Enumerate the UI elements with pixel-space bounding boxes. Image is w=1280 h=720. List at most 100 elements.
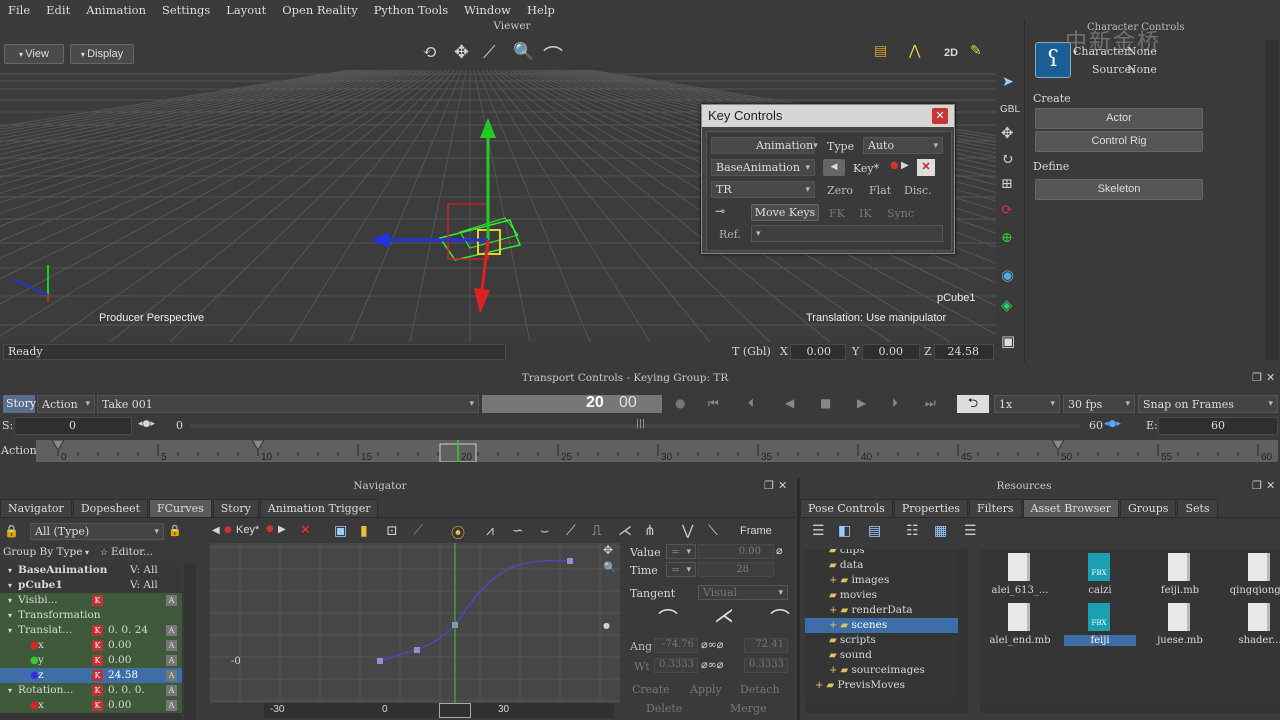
- source-value[interactable]: None: [1127, 63, 1157, 76]
- close-icon[interactable]: ✕: [932, 108, 948, 124]
- tree-row[interactable]: ● x K A 0.00: [0, 698, 182, 713]
- folder-item[interactable]: ▰ data: [805, 558, 960, 573]
- folder-h-scrollbar[interactable]: [805, 701, 968, 713]
- tab-filters[interactable]: Filters: [969, 499, 1022, 517]
- create-key-button[interactable]: Create: [632, 683, 670, 696]
- start-field[interactable]: 0: [14, 417, 132, 435]
- select-icon[interactable]: ➤: [1002, 74, 1014, 90]
- display-menu-button[interactable]: ▾ Display: [70, 44, 134, 64]
- move-keys-button[interactable]: Move Keys: [751, 204, 819, 221]
- key-toggle-icon[interactable]: K: [92, 685, 103, 696]
- next-frame-icon[interactable]: ⏵: [892, 396, 898, 411]
- bookmark-icon[interactable]: ▮: [360, 523, 368, 539]
- detach-button[interactable]: Detach: [740, 683, 780, 696]
- file-h-scrollbar[interactable]: [980, 701, 1280, 713]
- layer-dropdown[interactable]: BaseAnimation: [711, 159, 815, 176]
- range-slider-grip-icon[interactable]: |||: [636, 419, 645, 429]
- expand-icon[interactable]: ▾: [8, 563, 12, 578]
- tab-navigator[interactable]: Navigator: [0, 499, 72, 517]
- y-coord-field[interactable]: 0.00: [862, 344, 920, 360]
- graph-x-cursor[interactable]: [439, 703, 471, 718]
- tree-row[interactable]: ● z K A 24.58: [0, 668, 182, 683]
- tangent-dropdown[interactable]: Visual: [698, 585, 788, 600]
- take-dropdown[interactable]: Take 001: [97, 395, 479, 413]
- record-key-small-icon[interactable]: ●: [224, 525, 232, 535]
- tree-row[interactable]: ▾ Transformation: [0, 608, 182, 623]
- translate-tool-icon[interactable]: ✥: [1001, 124, 1014, 142]
- tab-properties[interactable]: Properties: [893, 499, 969, 517]
- editor-menu[interactable]: ☆ Editor...: [100, 544, 180, 561]
- tab-asset-browser[interactable]: Asset Browser: [1022, 499, 1119, 517]
- character-value[interactable]: None: [1127, 45, 1157, 58]
- tab-pose-controls[interactable]: Pose Controls: [800, 499, 893, 517]
- tangent-cluster-icon[interactable]: ⋔: [644, 523, 656, 539]
- dolly-icon[interactable]: ⟋: [483, 42, 496, 63]
- actor-button[interactable]: Actor: [1035, 108, 1203, 129]
- character-scrollbar[interactable]: [1265, 40, 1279, 360]
- play-icon[interactable]: ▶: [857, 396, 866, 410]
- menu-item-python-tools[interactable]: Python Tools: [366, 3, 456, 17]
- rotate-view-icon[interactable]: ⌒: [543, 40, 563, 69]
- menu-item-help[interactable]: Help: [519, 3, 563, 17]
- transport-maximize-icon[interactable]: ❐: [1252, 371, 1262, 384]
- menu-item-open-reality[interactable]: Open Reality: [274, 3, 365, 17]
- tree-view-icon[interactable]: ☰: [812, 523, 825, 539]
- next-key-icon[interactable]: ▶: [901, 160, 909, 171]
- expand-icon[interactable]: ▾: [8, 578, 12, 593]
- expand-icon[interactable]: ▾: [8, 623, 12, 638]
- detail-view-icon[interactable]: ☰: [964, 523, 977, 539]
- animation-dropdown[interactable]: Animation: [711, 137, 815, 154]
- ang-left-field[interactable]: -74.76: [654, 638, 698, 653]
- key-toggle-icon[interactable]: K: [92, 640, 103, 651]
- graph-pan-icon[interactable]: ✥: [603, 543, 613, 557]
- interpolate-icon[interactable]: ⋁: [682, 523, 693, 539]
- camera-icon[interactable]: ⊡: [386, 523, 398, 539]
- delete-key-button[interactable]: ✕: [917, 159, 935, 176]
- menu-item-animation[interactable]: Animation: [78, 3, 154, 17]
- fcurve-key-label[interactable]: Key*: [236, 524, 259, 536]
- prev-key-button[interactable]: ◀: [823, 159, 845, 176]
- anim-toggle-icon[interactable]: A: [166, 670, 177, 681]
- expand-icon[interactable]: ▾: [8, 683, 12, 698]
- expand-icon[interactable]: ▾: [8, 593, 12, 608]
- filter-dropdown[interactable]: All (Type): [30, 523, 164, 540]
- file-item[interactable]: shader...: [1220, 603, 1280, 651]
- type-dropdown[interactable]: Auto: [863, 137, 943, 154]
- anim-toggle-icon[interactable]: A: [166, 655, 177, 666]
- record-key-right-icon[interactable]: ●: [266, 524, 274, 534]
- anim-toggle-icon[interactable]: A: [166, 595, 177, 606]
- folder-item[interactable]: + ▰ PrevisMoves: [805, 678, 960, 693]
- menu-item-layout[interactable]: Layout: [218, 3, 274, 17]
- z-coord-field[interactable]: 24.58: [934, 344, 994, 360]
- character-logo-icon[interactable]: ʕ: [1035, 42, 1071, 78]
- key-toggle-icon[interactable]: K: [92, 670, 103, 681]
- ang-link-icon[interactable]: ⌀∞⌀: [701, 638, 723, 651]
- folder-item[interactable]: ▰ clips: [805, 549, 960, 558]
- flat-button[interactable]: Flat: [869, 184, 891, 197]
- resources-maximize-icon[interactable]: ❐: [1252, 479, 1262, 492]
- folder-item[interactable]: ▰ scripts: [805, 633, 960, 648]
- key-label[interactable]: Key*: [853, 162, 879, 175]
- file-item[interactable]: alei_end.mb: [980, 603, 1060, 651]
- tangent-tool-icon[interactable]: ⟋: [413, 523, 423, 539]
- story-button[interactable]: Story: [3, 395, 36, 413]
- fcurve-graph[interactable]: [210, 543, 620, 703]
- file-item[interactable]: juese.mb: [1140, 603, 1220, 651]
- time-cursor-icon[interactable]: ⦿: [451, 523, 465, 543]
- folder-item[interactable]: + ▰ images: [805, 573, 960, 588]
- key-toggle-icon[interactable]: K: [92, 595, 103, 606]
- value-op-dropdown[interactable]: =: [666, 544, 696, 559]
- play-reverse-icon[interactable]: ◀: [785, 396, 794, 410]
- navigator-maximize-icon[interactable]: ❐: [764, 479, 774, 492]
- folder-item[interactable]: + ▰ scenes: [805, 618, 960, 633]
- prev-frame-icon[interactable]: ⏴: [748, 396, 754, 411]
- anim-toggle-icon[interactable]: A: [166, 700, 177, 711]
- folder-item[interactable]: ▰ sound: [805, 648, 960, 663]
- timeline-track[interactable]: 0 5 10 15 20 25 30 35 40 45 50 55 60: [36, 440, 1278, 462]
- key-toggle-icon[interactable]: K: [92, 700, 103, 711]
- tangent-user-icon[interactable]: ⌒: [770, 603, 790, 637]
- skeleton-button[interactable]: Skeleton: [1035, 179, 1203, 200]
- tangent-broken-icon[interactable]: ⋌: [714, 603, 734, 637]
- scale-tool-icon[interactable]: ⊞: [1001, 176, 1013, 192]
- disc-button[interactable]: Disc.: [904, 184, 932, 197]
